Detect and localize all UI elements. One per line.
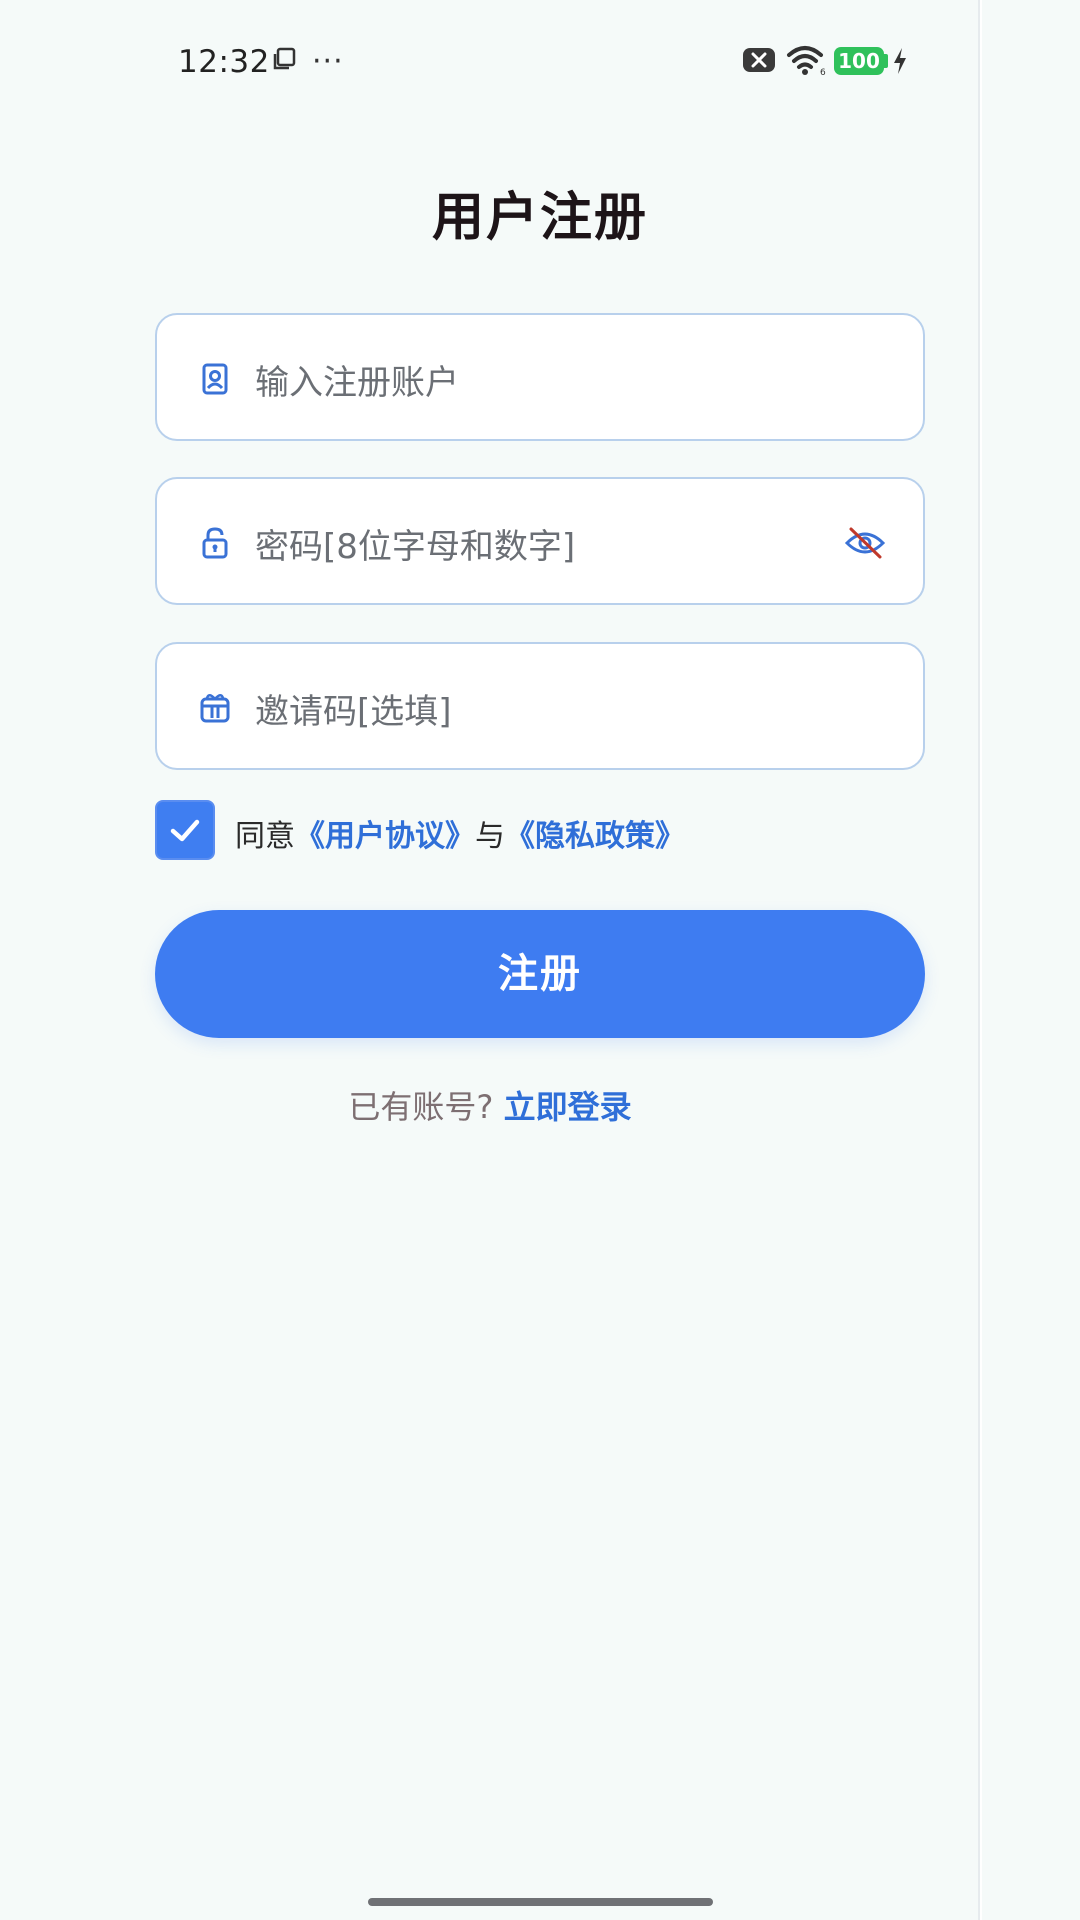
wifi-icon: 6 — [786, 44, 828, 80]
home-indicator[interactable] — [368, 1898, 713, 1906]
user-card-icon — [195, 359, 235, 399]
side-background — [982, 0, 1080, 1920]
login-prompt-text: 已有账号? — [348, 1088, 494, 1126]
svg-text:6: 6 — [820, 68, 826, 76]
status-time: 12:32 — [178, 44, 270, 80]
account-field[interactable]: 输入注册账户 — [155, 313, 925, 441]
password-input[interactable]: 密码[8位字母和数字] — [255, 519, 575, 568]
privacy-policy-link[interactable]: 《隐私政策》 — [505, 819, 685, 854]
login-link[interactable]: 立即登录 — [504, 1088, 632, 1126]
agreement-checkbox[interactable] — [155, 800, 215, 860]
login-prompt: 已有账号? 立即登录 — [0, 1082, 980, 1128]
agree-prefix: 同意 — [235, 819, 295, 854]
password-field[interactable]: 密码[8位字母和数字] — [155, 477, 925, 605]
phone-screen: 12:32 ··· 6 100 用户注册 输入注册账户 密码[8位字母和数字] … — [0, 0, 980, 1920]
battery-indicator: 100 — [834, 47, 884, 75]
more-dots-icon: ··· — [312, 44, 344, 79]
gift-icon — [195, 688, 235, 728]
register-button[interactable]: 注册 — [155, 910, 925, 1038]
check-icon — [170, 819, 200, 842]
copy-icon — [272, 46, 298, 76]
eye-off-icon[interactable] — [843, 523, 887, 563]
account-input[interactable]: 输入注册账户 — [255, 355, 459, 404]
agree-and: 与 — [475, 819, 505, 854]
status-bar: 12:32 ··· 6 100 — [0, 0, 980, 120]
charging-bolt-icon — [892, 47, 908, 79]
sim-off-icon — [742, 46, 776, 78]
page-title: 用户注册 — [431, 188, 648, 248]
user-agreement-link[interactable]: 《用户协议》 — [295, 819, 475, 854]
battery-tip — [884, 54, 888, 68]
lock-icon — [195, 523, 235, 563]
invite-code-input[interactable]: 邀请码[选填] — [255, 684, 452, 733]
invite-code-field[interactable]: 邀请码[选填] — [155, 642, 925, 770]
agreement-text: 同意《用户协议》与《隐私政策》 — [235, 811, 685, 855]
